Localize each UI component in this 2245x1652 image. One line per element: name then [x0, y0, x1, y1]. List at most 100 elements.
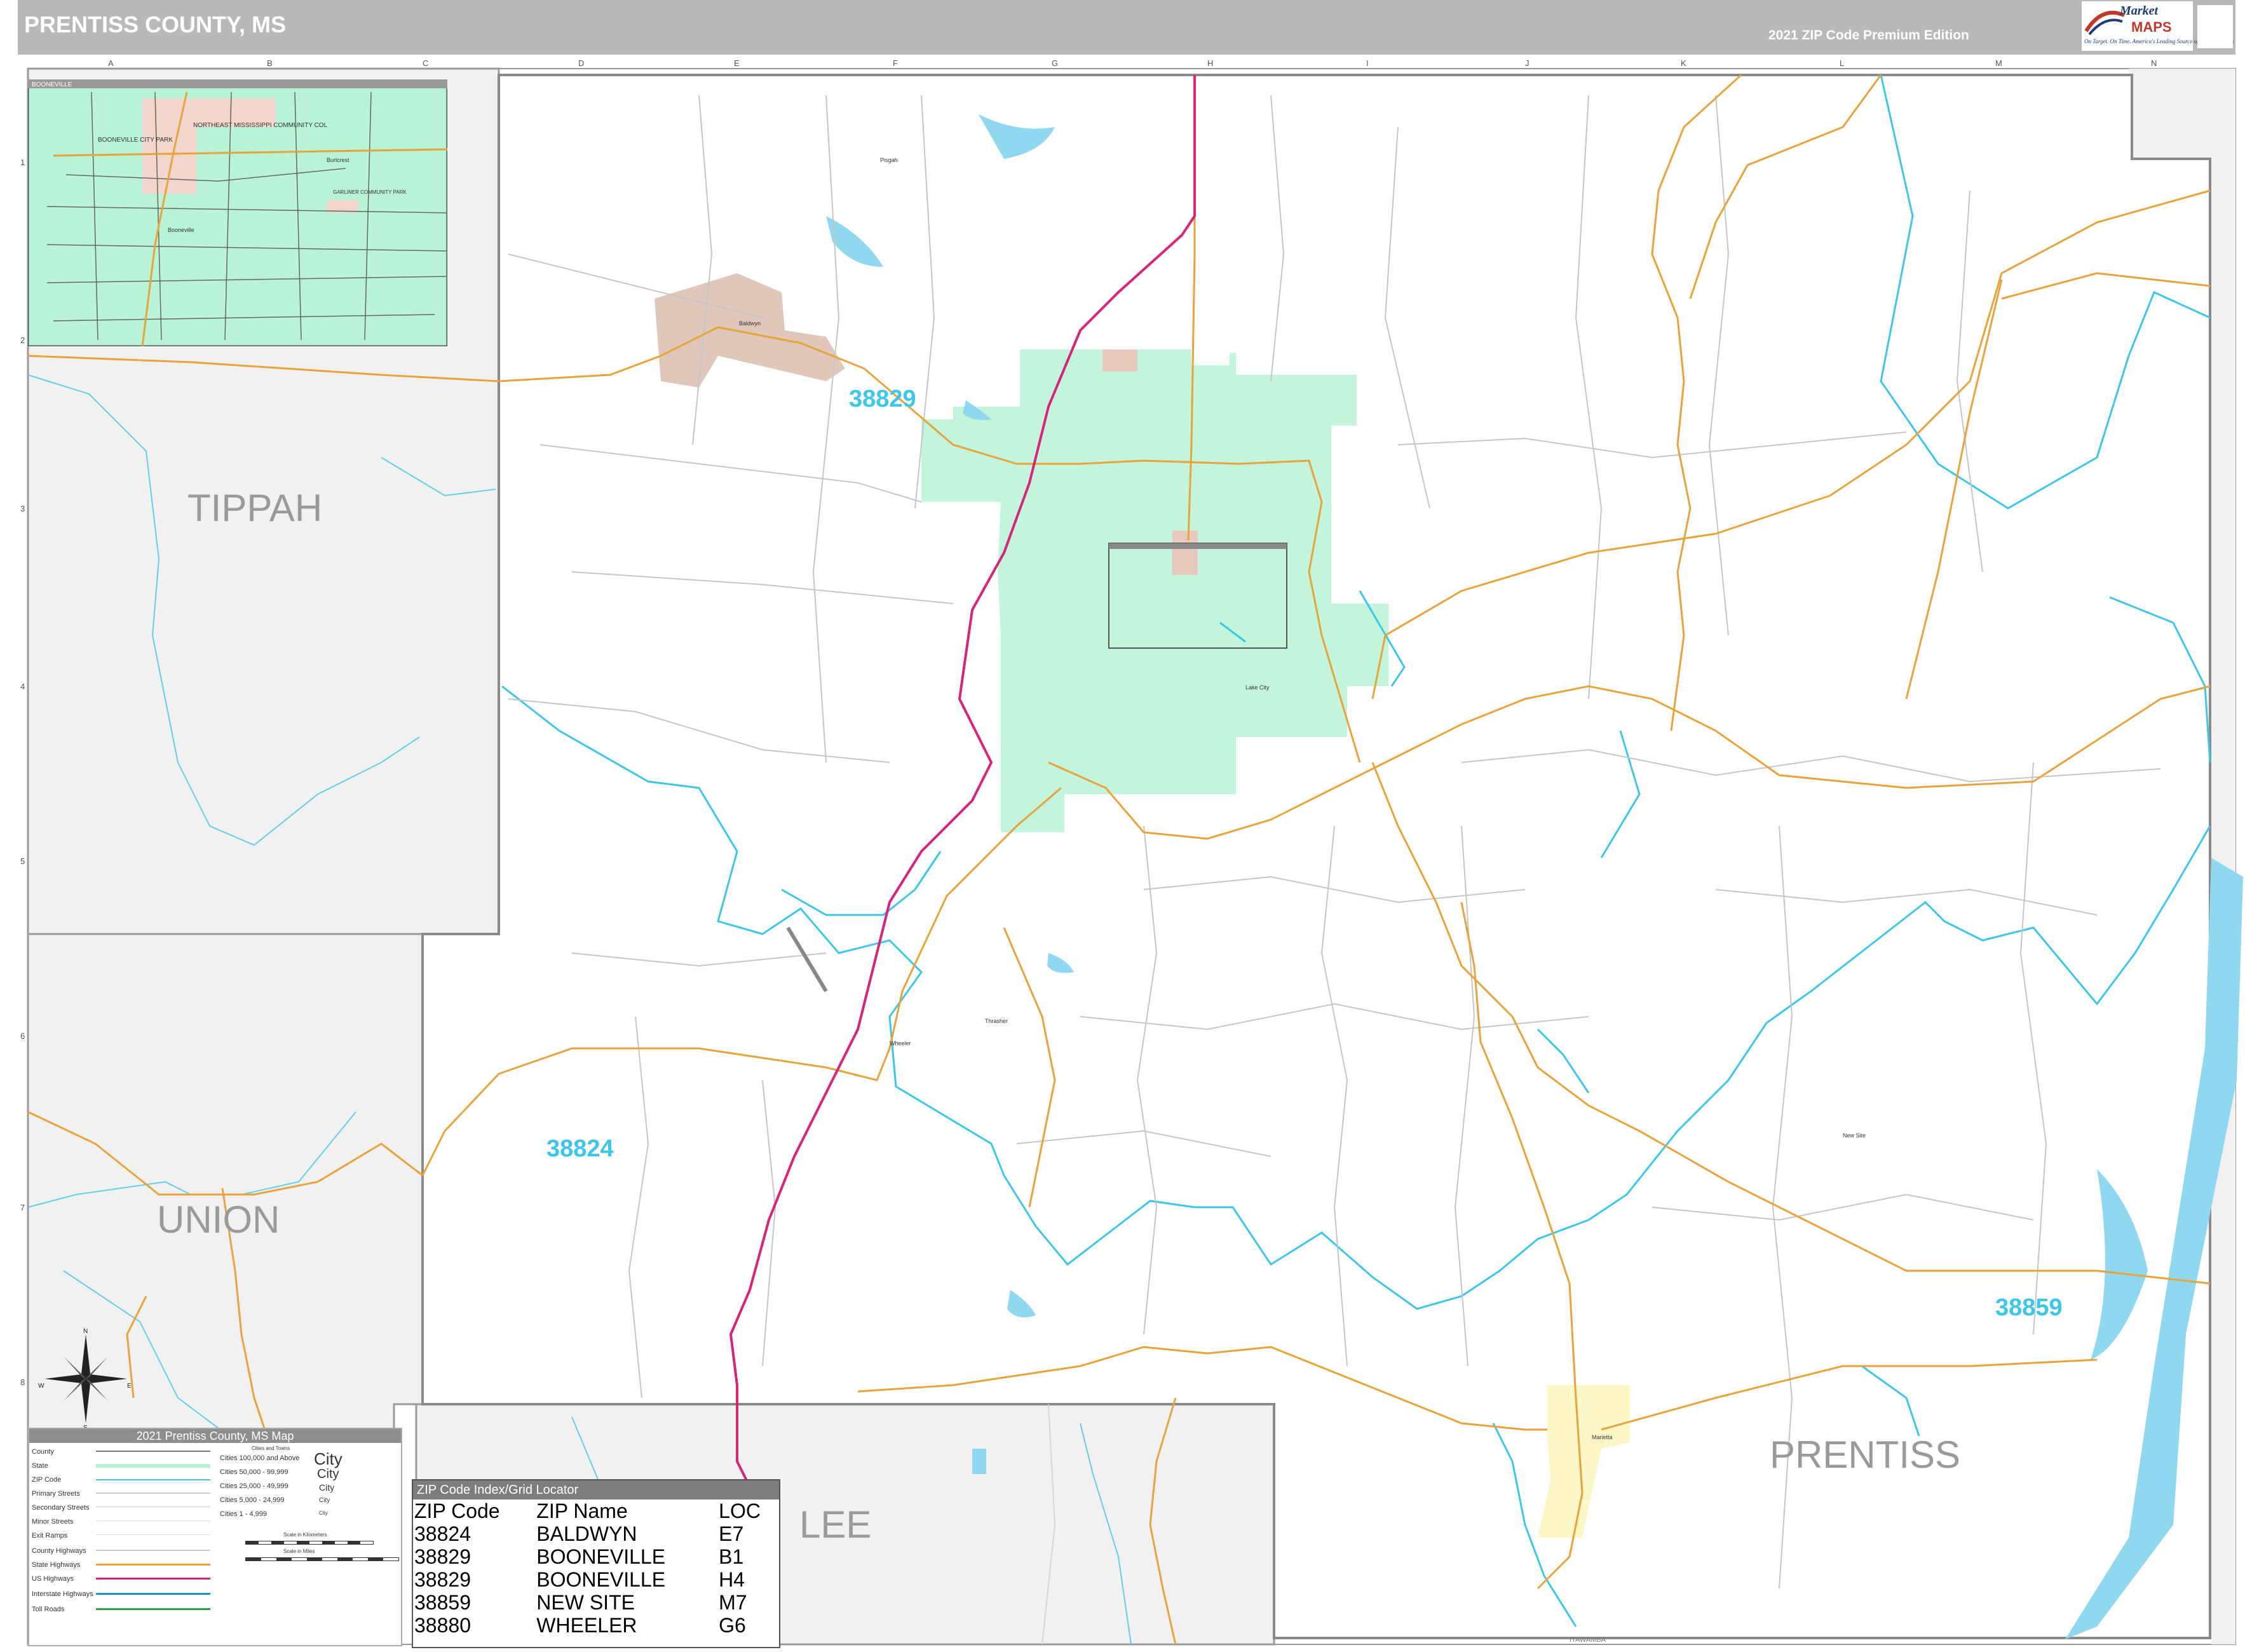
zip-loc-cell: G6 — [719, 1614, 746, 1637]
zip-code-cell: 38829 — [414, 1568, 471, 1591]
legend-swatch-county-hwy — [96, 1550, 210, 1551]
zip-code-cell: 38880 — [414, 1614, 471, 1637]
town-label: New Site — [1843, 1132, 1866, 1139]
legend-scale-bar — [245, 1541, 374, 1545]
town-patch — [1172, 531, 1198, 575]
grid-row-label: 7 — [20, 1203, 25, 1212]
legend-scale-km: Scale in Kilometers — [283, 1532, 327, 1538]
legend-item: State Highways — [32, 1561, 81, 1569]
legend-city-sample: City — [314, 1449, 343, 1468]
legend-swatch-state-hwy — [96, 1564, 210, 1566]
compass-rose-icon: N S E W — [38, 1328, 132, 1430]
zip-index-header: ZIP Code ZIP Name LOC — [413, 1500, 779, 1522]
legend-swatch-county — [96, 1451, 210, 1452]
inset-map[interactable]: BOONEVILLE NORTHEAST MISSISSIPPI COMMUNI… — [28, 79, 447, 346]
legend-city-sample: City — [319, 1497, 330, 1504]
legend-item: Secondary Streets — [32, 1504, 90, 1512]
legend-item: US Highways — [32, 1575, 74, 1583]
legend-city-size: Cities 25,000 - 49,999 — [220, 1482, 288, 1490]
inset-label: Burlcrest — [327, 157, 349, 163]
legend-scale-mi: Scale in Miles — [283, 1548, 315, 1554]
zip-label: 38829 — [849, 386, 916, 412]
legend-scale-bar — [245, 1557, 399, 1561]
town-label: Baldwyn — [739, 320, 761, 327]
legend-swatch-primary — [96, 1493, 210, 1494]
map-legend: 2021 Prentiss County, MS Map County Stat… — [28, 1428, 402, 1646]
grid-row-label: 2 — [20, 335, 25, 345]
legend-city-sample: City — [319, 1510, 328, 1516]
grid-row-label: 3 — [20, 504, 25, 513]
legend-item: Minor Streets — [32, 1518, 74, 1526]
town-label: Wheeler — [890, 1040, 911, 1046]
legend-title: 2021 Prentiss County, MS Map — [29, 1429, 401, 1443]
zip-loc-cell: M7 — [719, 1591, 747, 1614]
grid-col-label: C — [423, 58, 428, 68]
grid-row-label: 6 — [20, 1031, 25, 1041]
legend-swatch-ramps — [96, 1534, 210, 1535]
zip-loc-cell: E7 — [719, 1522, 744, 1545]
legend-item: County — [32, 1448, 54, 1456]
grid-col-label: F — [893, 58, 898, 68]
grid-col-label: J — [1525, 58, 1529, 68]
grid-col-label: A — [108, 58, 114, 68]
legend-item: Toll Roads — [32, 1606, 65, 1613]
town-label: Marietta — [1592, 1434, 1613, 1440]
grid-col-label: L — [1840, 58, 1844, 68]
table-row: 38824 BALDWYN E7 — [413, 1522, 779, 1545]
legend-swatch-minor — [96, 1520, 210, 1521]
zip-label: 38859 — [1995, 1294, 2063, 1321]
grid-row-label: 4 — [20, 682, 25, 691]
legend-swatch-zip — [96, 1479, 210, 1480]
legend-swatch-state — [96, 1464, 210, 1468]
grid-row-label: 1 — [20, 158, 25, 167]
table-row: 38880 WHEELER G6 — [413, 1614, 779, 1637]
zip-name-cell: BOONEVILLE — [536, 1545, 666, 1568]
zip-label: 38824 — [546, 1135, 614, 1162]
table-row: 38829 BOONEVILLE B1 — [413, 1545, 779, 1568]
grid-col-label: H — [1207, 58, 1213, 68]
grid-row-label: 8 — [20, 1378, 25, 1387]
zip-index-col-header: LOC — [719, 1500, 761, 1522]
zip-loc-cell: H4 — [719, 1568, 745, 1591]
legend-cities-title: Cities and Towns — [252, 1446, 290, 1451]
legend-item: State — [32, 1462, 48, 1470]
zip-index-table: ZIP Code ZIP Name LOC 38824 BALDWYN E7 3… — [413, 1500, 779, 1637]
inset-label: NORTHEAST MISSISSIPPI COMMUNITY COL — [193, 122, 328, 129]
grid-col-label: D — [578, 58, 584, 68]
county-label-tippah: TIPPAH — [187, 487, 322, 529]
legend-city-size: Cities 1 - 4,999 — [220, 1510, 267, 1518]
grid-col-label: I — [1366, 58, 1369, 68]
zip-name-cell: WHEELER — [536, 1614, 637, 1637]
zip-index-panel: ZIP Code Index/Grid Locator ZIP Code ZIP… — [412, 1479, 780, 1648]
town-label: Thrasher — [985, 1018, 1008, 1024]
county-label-itawamba: ITAWAMBA — [1570, 1636, 1606, 1644]
grid-col-label: B — [267, 58, 273, 68]
town-label: Pisgah — [880, 157, 898, 163]
zip-name-cell: BOONEVILLE — [536, 1568, 666, 1591]
compass-w: W — [38, 1383, 44, 1390]
zip-index-title: ZIP Code Index/Grid Locator — [413, 1480, 779, 1500]
compass-n: N — [83, 1328, 88, 1335]
legend-city-size: Cities 100,000 and Above — [220, 1454, 300, 1462]
county-label-prentiss: PRENTISS — [1770, 1433, 1960, 1476]
legend-item: Interstate Highways — [32, 1590, 93, 1598]
inset-label: Booneville — [168, 227, 194, 233]
legend-swatch-us-hwy — [96, 1578, 210, 1580]
grid-col-label: K — [1681, 58, 1686, 68]
grid-row-label: 5 — [20, 856, 25, 866]
inset-locator-bar — [1109, 543, 1287, 549]
zip-loc-cell: B1 — [719, 1545, 744, 1568]
zip-index-col-header: ZIP Name — [536, 1500, 628, 1522]
legend-item: Exit Ramps — [32, 1532, 68, 1540]
inset-label: GARLINER COMMUNITY PARK — [333, 189, 407, 195]
grid-col-label: E — [734, 58, 740, 68]
legend-item: ZIP Code — [32, 1476, 62, 1484]
town-label: Lake City — [1245, 684, 1270, 691]
legend-item: Primary Streets — [32, 1490, 80, 1498]
legend-item: County Highways — [32, 1547, 86, 1555]
zip-code-cell: 38859 — [414, 1591, 471, 1614]
legend-city-sample: City — [319, 1482, 335, 1493]
inset-park-area — [142, 118, 196, 194]
compass-e: E — [127, 1383, 132, 1390]
inset-title-bar — [28, 79, 447, 88]
